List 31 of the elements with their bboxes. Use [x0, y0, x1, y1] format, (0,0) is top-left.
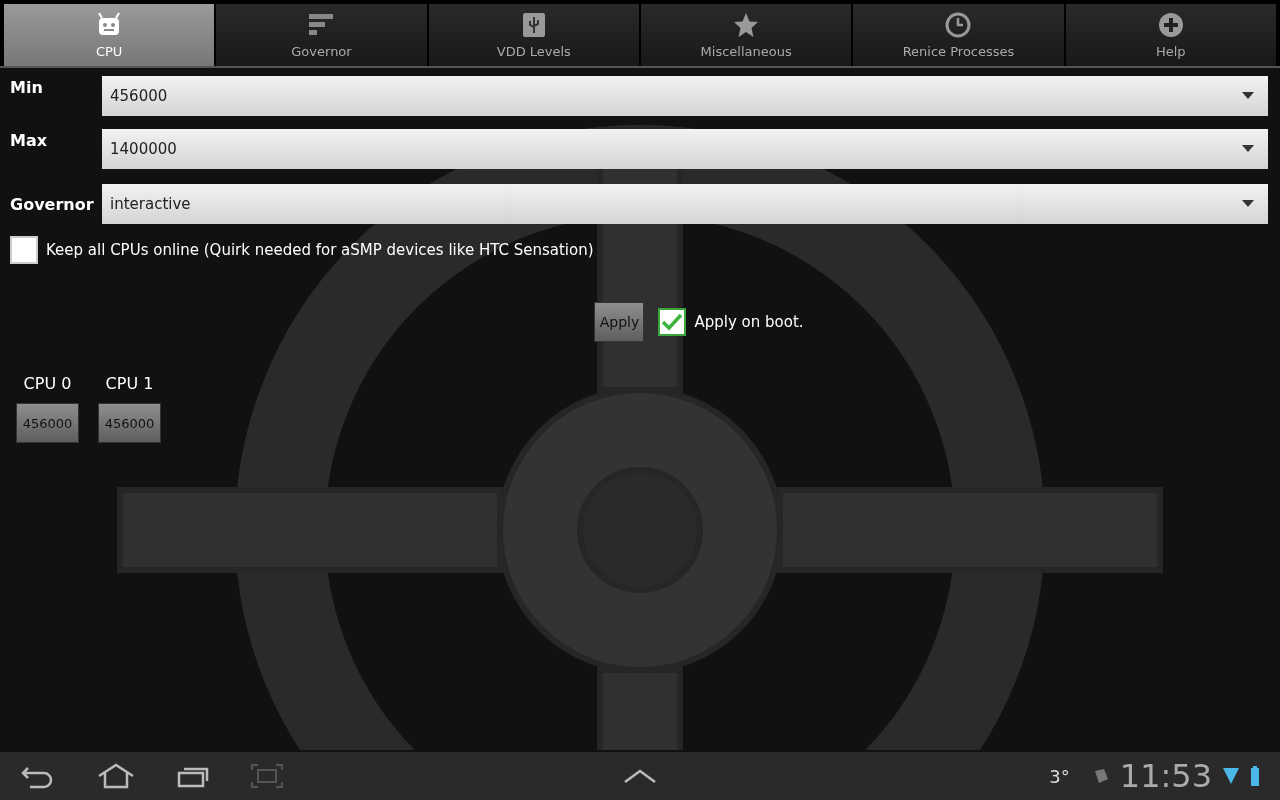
- frequency-button[interactable]: 456000: [16, 403, 79, 443]
- caret-down-icon: [1242, 92, 1254, 100]
- cpu-label: CPU 1: [105, 374, 154, 393]
- tab[interactable]: Renice Processes: [853, 4, 1064, 66]
- temperature-text: 3°: [1049, 765, 1070, 787]
- tab[interactable]: Miscellaneous: [641, 4, 852, 66]
- cpu-label: CPU 0: [23, 374, 72, 393]
- tab[interactable]: Governor: [216, 4, 427, 66]
- clock-text: 11:53: [1119, 757, 1212, 795]
- caret-down-icon: [1242, 145, 1254, 153]
- caret-down-icon: [1242, 200, 1254, 208]
- apply-button[interactable]: Apply: [594, 302, 645, 342]
- frequency-button[interactable]: 456000: [98, 403, 161, 443]
- checkbox[interactable]: [10, 236, 38, 264]
- caret-up-icon[interactable]: [623, 768, 657, 784]
- clock-icon: [944, 11, 973, 39]
- dropdown[interactable]: interactive: [102, 184, 1268, 224]
- checkbox[interactable]: [658, 308, 687, 336]
- tab[interactable]: CPU: [4, 4, 215, 66]
- field-label: Min: [10, 78, 44, 97]
- dropdown[interactable]: 1400000: [102, 129, 1268, 169]
- field-label: Max: [10, 131, 49, 150]
- plus-icon: [1156, 11, 1185, 39]
- battery-icon: [1250, 764, 1260, 788]
- checkbox-label: Keep all CPUs online (Quirk needed for aSMP devices like HTC Sensation): [46, 241, 594, 259]
- home-icon[interactable]: [96, 763, 136, 789]
- field-label: Governor: [10, 194, 95, 214]
- checkbox-label: Apply on boot.: [694, 313, 804, 331]
- dropdown[interactable]: 456000: [102, 76, 1268, 116]
- tab[interactable]: VDD Levels: [428, 4, 639, 66]
- tab[interactable]: Help: [1065, 4, 1276, 66]
